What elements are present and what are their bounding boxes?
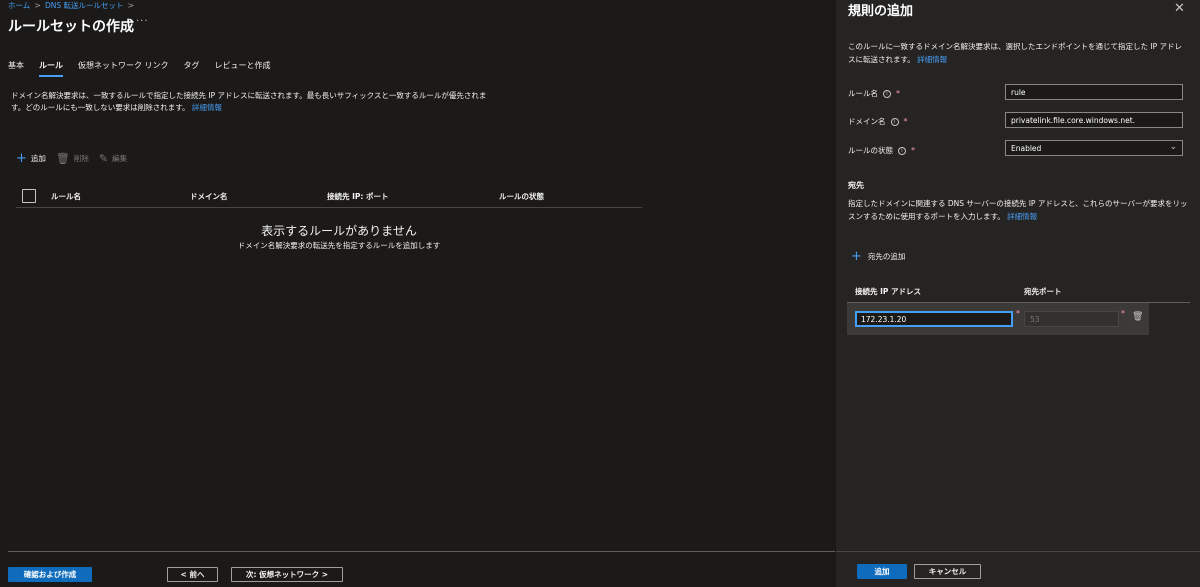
domain-name-label: ドメイン名 i * [848, 116, 908, 127]
plus-icon: + [16, 150, 27, 166]
add-rule-label: 追加 [30, 154, 46, 163]
column-domain-name[interactable]: ドメイン名 [190, 191, 228, 202]
add-rule-button[interactable]: + 追加 [16, 150, 46, 166]
destination-ip-input[interactable]: 172.23.1.20 [855, 311, 1013, 327]
info-icon[interactable]: i [883, 89, 891, 98]
rule-name-value: rule [1011, 87, 1026, 97]
column-rule-state[interactable]: ルールの状態 [499, 191, 544, 202]
delete-rule-label: 削除 [73, 154, 89, 163]
add-destination-button[interactable]: + 宛先の追加 [851, 248, 906, 264]
rule-state-value: Enabled [1011, 143, 1042, 153]
required-marker: * [896, 89, 900, 98]
domain-name-value: privatelink.file.core.windows.net. [1011, 115, 1136, 125]
delete-rule-button[interactable]: 🗑 削除 [56, 153, 89, 164]
column-destination-port: 宛先ポート [1024, 287, 1062, 296]
panel-learn-more-link[interactable]: 詳細情報 [917, 55, 947, 64]
add-button[interactable]: 追加 [857, 564, 907, 579]
rules-grid-header: ルール名 ドメイン名 接続先 IP: ポート ルールの状態 [16, 186, 642, 208]
destination-grid-header: 接続先 IP アドレス 宛先ポート [847, 281, 1190, 303]
breadcrumb-home[interactable]: ホーム [8, 0, 30, 11]
destination-row: 172.23.1.20 * 53 * 🗑 [847, 303, 1149, 335]
required-marker: * [911, 146, 915, 155]
destination-ip-value: 172.23.1.20 [861, 314, 907, 324]
chevron-down-icon: ⌄ [1169, 142, 1177, 152]
breadcrumb-separator: > [127, 1, 135, 10]
rule-name-label: ルール名 i * [848, 88, 900, 99]
info-icon[interactable]: i [890, 117, 899, 126]
panel-description: このルールに一致するドメイン名解決要求は、選択したエンドポイントを通じて指定した… [848, 40, 1188, 66]
info-icon[interactable]: i [898, 146, 906, 155]
empty-state-title: 表示するルールがありません [261, 224, 417, 238]
trash-icon: 🗑 [55, 151, 70, 165]
tab-review-create[interactable]: レビューと作成 [215, 60, 271, 76]
review-create-button[interactable]: 確認および作成 [8, 567, 92, 582]
learn-more-link[interactable]: 詳細情報 [192, 103, 222, 112]
required-marker: * [1016, 309, 1020, 318]
tab-tags[interactable]: タグ [184, 60, 200, 76]
command-bar: + 追加 🗑 削除 ✎ 編集 [16, 150, 127, 166]
cancel-button[interactable]: キャンセル [914, 564, 981, 579]
panel-title: 規則の追加 [848, 4, 914, 19]
tab-rules[interactable]: ルール [39, 60, 63, 77]
select-all-checkbox[interactable] [22, 189, 36, 203]
panel-footer-divider [836, 551, 1200, 552]
breadcrumb-separator: > [34, 1, 41, 10]
destination-learn-more-link[interactable]: 詳細情報 [1007, 212, 1037, 221]
tab-basics[interactable]: 基本 [8, 60, 24, 76]
panel-description-text: このルールに一致するドメイン名解決要求は、選択したエンドポイントを通じて指定した… [848, 42, 1183, 64]
destination-description: 指定したドメインに関連する DNS サーバーの接続先 IP アドレスと、これらの… [848, 197, 1193, 223]
wizard-tabs: 基本 ルール 仮想ネットワーク リンク タグ レビューと作成 [8, 60, 271, 77]
rule-name-input[interactable]: rule [1005, 84, 1183, 100]
edit-rule-label: 編集 [112, 154, 128, 163]
add-destination-label: 宛先の追加 [867, 252, 906, 261]
destination-section-title: 宛先 [848, 181, 864, 190]
required-marker: * [1121, 309, 1125, 318]
edit-rule-button[interactable]: ✎ 編集 [99, 153, 127, 164]
tab-vnet-links[interactable]: 仮想ネットワーク リンク [78, 60, 169, 76]
empty-state-subtitle: ドメイン名解決要求の転送先を指定するルールを追加します [237, 241, 441, 250]
rules-description: ドメイン名解決要求は、一致するルールで指定した接続先 IP アドレスに転送されま… [11, 90, 491, 114]
close-icon[interactable]: ✕ [1174, 1, 1185, 16]
add-rule-panel: 規則の追加 ✕ このルールに一致するドメイン名解決要求は、選択したエンドポイント… [836, 0, 1200, 587]
rules-description-text: ドメイン名解決要求は、一致するルールで指定した接続先 IP アドレスに転送されま… [11, 91, 487, 112]
rule-state-label: ルールの状態 i * [848, 145, 915, 156]
column-destination-ip-port[interactable]: 接続先 IP: ポート [327, 191, 389, 202]
more-options-icon[interactable]: ··· [136, 16, 149, 27]
domain-name-label-text: ドメイン名 [848, 117, 886, 126]
column-destination-ip: 接続先 IP アドレス [855, 287, 922, 296]
breadcrumb: ホーム > DNS 転送ルールセット > [8, 0, 134, 11]
destination-port-placeholder: 53 [1030, 314, 1040, 324]
footer-divider [8, 551, 835, 552]
rule-state-label-text: ルールの状態 [848, 146, 893, 155]
ruleset-create-blade: ホーム > DNS 転送ルールセット > ルールセットの作成 ··· 基本 ルー… [0, 0, 835, 587]
breadcrumb-ruleset[interactable]: DNS 転送ルールセット [45, 0, 124, 11]
plus-icon: + [851, 248, 862, 264]
column-rule-name[interactable]: ルール名 [51, 191, 81, 202]
destination-port-input[interactable]: 53 [1024, 311, 1119, 327]
trash-icon[interactable]: 🗑 [1132, 312, 1143, 322]
page-title: ルールセットの作成 [8, 19, 134, 35]
pencil-icon: ✎ [98, 151, 109, 165]
previous-button[interactable]: < 前へ [167, 567, 218, 582]
next-button[interactable]: 次: 仮想ネットワーク > [231, 567, 343, 582]
required-marker: * [903, 117, 908, 126]
domain-name-input[interactable]: privatelink.file.core.windows.net. [1005, 112, 1183, 128]
rule-state-dropdown[interactable]: Enabled ⌄ [1005, 140, 1183, 156]
rule-name-label-text: ルール名 [848, 89, 878, 98]
